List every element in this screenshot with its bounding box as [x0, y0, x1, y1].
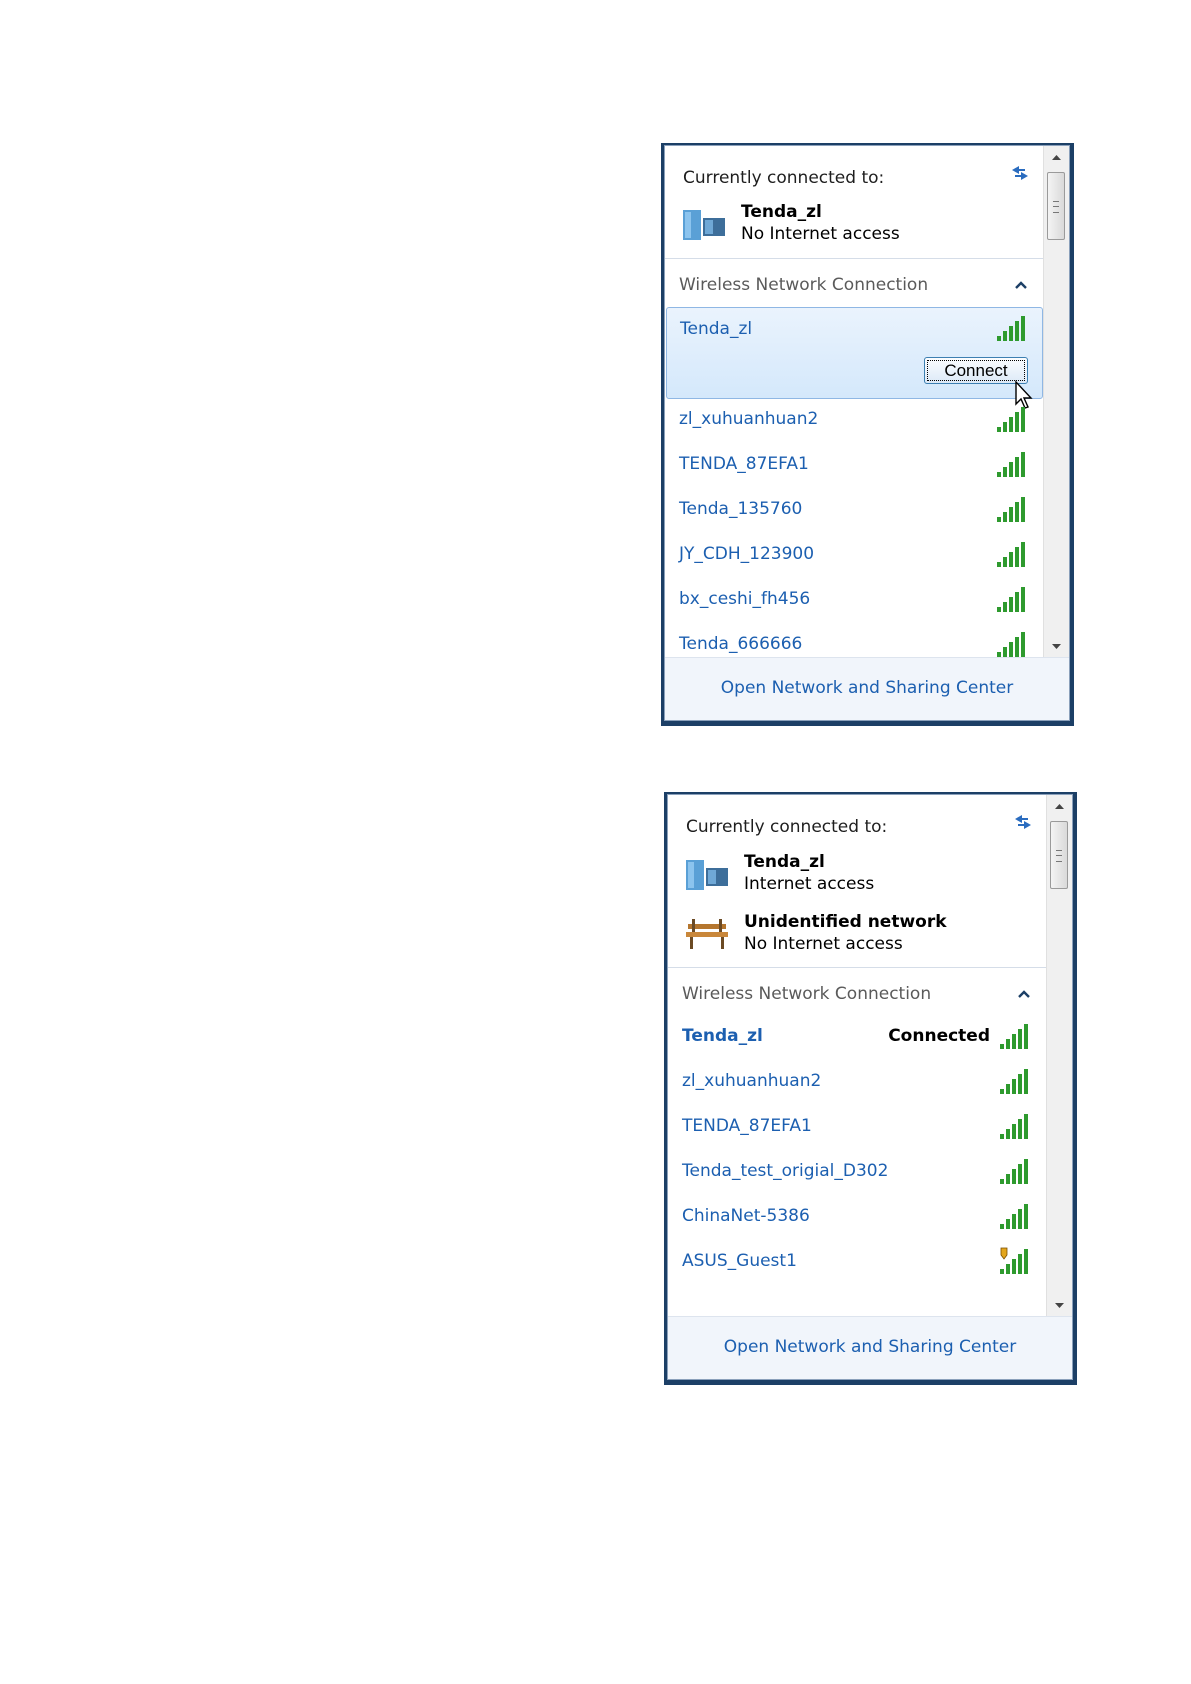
refresh-icon[interactable]: [1009, 162, 1031, 184]
network-panel: Currently connected to: Tenda_zl Interne…: [667, 794, 1073, 1380]
signal-strength-icon: [997, 316, 1025, 341]
connection-name: Tenda_zl: [741, 202, 822, 222]
wifi-network-item[interactable]: zl_xuhuanhuan2: [665, 399, 1043, 444]
wifi-network-item[interactable]: bx_ceshi_fh456: [665, 579, 1043, 624]
wifi-network-list: zl_xuhuanhuan2 TENDA_87EFA1 Tenda_test_o…: [668, 1061, 1046, 1286]
flyout-footer: Open Network and Sharing Center: [665, 657, 1069, 720]
signal-strength-icon: [1000, 1114, 1028, 1139]
wifi-network-name: ASUS_Guest1: [682, 1251, 797, 1271]
network-flyout-1: Currently connected to: Tenda_zl No Inte…: [661, 143, 1074, 726]
panel-content: Currently connected to: Tenda_zl Interne…: [668, 795, 1046, 1317]
signal-strength-icon: [1000, 1069, 1028, 1094]
connection-status: Internet access: [744, 874, 875, 894]
chevron-up-icon[interactable]: [1018, 990, 1030, 998]
network-icon: [683, 210, 725, 240]
wifi-network-name: Tenda_zl: [680, 319, 753, 339]
network-panel: Currently connected to: Tenda_zl No Inte…: [664, 145, 1070, 721]
thumb-grip-icon: [1056, 850, 1062, 862]
wifi-network-item[interactable]: JY_CDH_123900: [665, 534, 1043, 579]
signal-strength-icon: [1000, 1159, 1028, 1184]
section-title: Wireless Network Connection: [679, 275, 929, 295]
vertical-scrollbar[interactable]: [1043, 146, 1069, 658]
secured-signal-strength-icon: [1000, 1247, 1028, 1274]
signal-strength-icon: [997, 497, 1025, 522]
network-icon: [686, 860, 728, 890]
currently-connected-header: Currently connected to: Tenda_zl No Inte…: [665, 146, 1043, 259]
wifi-network-list: zl_xuhuanhuan2 TENDA_87EFA1 Tenda_135760…: [665, 399, 1043, 658]
wifi-network-name: Tenda_zl: [682, 1026, 763, 1046]
signal-strength-icon: [997, 452, 1025, 477]
chevron-up-icon[interactable]: [1015, 281, 1027, 289]
connection-name: Tenda_zl: [744, 852, 825, 872]
wifi-network-item[interactable]: Tenda_test_origial_D302: [668, 1151, 1046, 1196]
wifi-network-item[interactable]: ASUS_Guest1: [668, 1241, 1046, 1286]
signal-strength-icon: [997, 632, 1025, 657]
wifi-network-name: zl_xuhuanhuan2: [679, 409, 819, 429]
wireless-section-header[interactable]: Wireless Network Connection: [665, 259, 1043, 307]
scroll-thumb[interactable]: [1050, 821, 1068, 889]
refresh-icon[interactable]: [1012, 811, 1034, 833]
scroll-down-arrow-icon[interactable]: [1044, 634, 1069, 658]
wifi-network-name: JY_CDH_123900: [679, 544, 815, 564]
wifi-network-item[interactable]: ChinaNet-5386: [668, 1196, 1046, 1241]
scroll-up-arrow-icon[interactable]: [1047, 795, 1072, 819]
wifi-network-name: ChinaNet-5386: [682, 1206, 810, 1226]
currently-connected-title: Currently connected to:: [686, 817, 888, 837]
network-flyout-2: Currently connected to: Tenda_zl Interne…: [664, 792, 1077, 1385]
connection-status: No Internet access: [741, 224, 900, 244]
open-network-sharing-center-link[interactable]: Open Network and Sharing Center: [668, 1337, 1072, 1357]
section-title: Wireless Network Connection: [682, 984, 932, 1004]
connect-button[interactable]: Connect: [924, 357, 1028, 384]
wifi-network-item[interactable]: TENDA_87EFA1: [668, 1106, 1046, 1151]
wifi-network-name: Tenda_test_origial_D302: [682, 1161, 889, 1181]
wifi-network-name: Tenda_666666: [679, 634, 803, 654]
signal-strength-icon: [1000, 1024, 1028, 1049]
signal-strength-icon: [997, 407, 1025, 432]
signal-strength-icon: [1000, 1204, 1028, 1229]
wifi-network-selected[interactable]: Tenda_zl Connect: [666, 307, 1043, 409]
wifi-network-item[interactable]: zl_xuhuanhuan2: [668, 1061, 1046, 1106]
vertical-scrollbar[interactable]: [1046, 795, 1072, 1317]
scroll-up-arrow-icon[interactable]: [1044, 146, 1069, 170]
connection-name: Unidentified network: [744, 912, 947, 932]
thumb-grip-icon: [1053, 201, 1059, 213]
panel-content: Currently connected to: Tenda_zl No Inte…: [665, 146, 1043, 658]
connected-status: Connected: [888, 1026, 990, 1046]
currently-connected-header: Currently connected to: Tenda_zl Interne…: [668, 795, 1046, 968]
signal-strength-icon: [997, 587, 1025, 612]
wifi-network-name: bx_ceshi_fh456: [679, 589, 811, 609]
flyout-footer: Open Network and Sharing Center: [668, 1316, 1072, 1379]
wifi-network-name: TENDA_87EFA1: [682, 1116, 812, 1136]
wifi-network-item[interactable]: Tenda_666666: [665, 624, 1043, 658]
bench-icon: [686, 919, 728, 949]
connection-status: No Internet access: [744, 934, 903, 954]
open-network-sharing-center-link[interactable]: Open Network and Sharing Center: [665, 678, 1069, 698]
scroll-down-arrow-icon[interactable]: [1047, 1293, 1072, 1317]
wifi-network-name: Tenda_135760: [679, 499, 803, 519]
currently-connected-title: Currently connected to:: [683, 168, 885, 188]
scroll-thumb[interactable]: [1047, 172, 1065, 240]
wireless-section-header[interactable]: Wireless Network Connection: [668, 968, 1046, 1016]
wifi-network-name: zl_xuhuanhuan2: [682, 1071, 822, 1091]
wifi-network-item[interactable]: TENDA_87EFA1: [665, 444, 1043, 489]
wifi-network-connected[interactable]: Tenda_zl Connected: [668, 1016, 1046, 1061]
signal-strength-icon: [997, 542, 1025, 567]
wifi-network-item[interactable]: Tenda_135760: [665, 489, 1043, 534]
wifi-network-name: TENDA_87EFA1: [679, 454, 809, 474]
